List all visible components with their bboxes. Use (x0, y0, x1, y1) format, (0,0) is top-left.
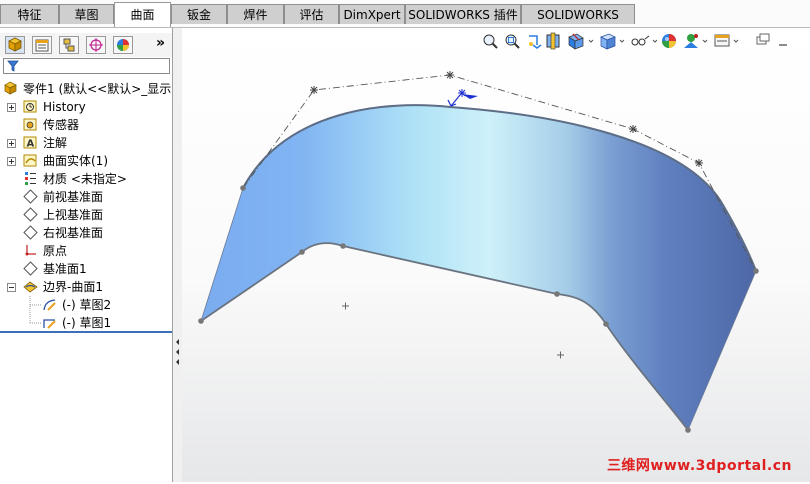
tree-item-label: 材质 <未指定> (43, 172, 127, 186)
reference-point-markers (342, 302, 564, 359)
origin-icon (25, 245, 36, 256)
tab-solidworks-mbd[interactable]: SOLIDWORKS MBD (521, 4, 635, 42)
tangency-handle-icon[interactable] (447, 89, 478, 107)
feature-tree-icon[interactable] (5, 36, 25, 54)
model-view[interactable] (182, 28, 810, 482)
tree-item-label: History (43, 100, 86, 114)
tree-filter-field[interactable] (3, 58, 170, 74)
tab-dimxpert[interactable]: DimXpert (339, 4, 405, 24)
part-icon (4, 81, 17, 95)
command-manager-tabs: 特征 草图 曲面 钣金 焊件 评估 DimXpert SOLIDWORKS 插件… (0, 0, 810, 42)
boundary-surface[interactable] (200, 104, 757, 431)
tree-item-label: (-) 草图2 (62, 298, 112, 312)
collapse-icon[interactable] (7, 283, 16, 292)
sketch-icon (43, 299, 56, 311)
tab-features[interactable]: 特征 (0, 4, 59, 24)
expand-icon[interactable] (7, 139, 16, 148)
tree-item-label: 前视基准面 (43, 190, 104, 204)
plane-icon (23, 225, 38, 240)
dimxpert-manager-icon[interactable] (86, 36, 106, 54)
annotation-icon: A (23, 136, 37, 150)
tree-item-label: 注解 (43, 136, 68, 150)
control-point-icon (695, 159, 703, 167)
panel-splitter[interactable] (172, 28, 182, 482)
tree-item-label: 上视基准面 (43, 208, 104, 222)
plus-icon (557, 351, 564, 359)
tab-sketch[interactable]: 草图 (59, 4, 114, 24)
property-manager-icon[interactable] (32, 36, 52, 54)
control-point-icon (446, 71, 454, 79)
plane-icon (23, 261, 38, 276)
filter-icon (7, 60, 19, 72)
toolbar-more-button[interactable]: » (156, 35, 165, 51)
tree-connector-icon (29, 314, 41, 324)
surface-body-icon (23, 154, 37, 167)
collapse-arrows-icon[interactable] (174, 336, 181, 368)
tree-item-label: 零件1 (默认<<默认>_显示 (23, 82, 172, 96)
tree-item-label: 曲面实体(1) (43, 154, 108, 168)
tree-item-label: 基准面1 (43, 262, 87, 276)
tree-item-label: 右视基准面 (43, 226, 104, 240)
sensor-icon (23, 118, 37, 131)
plus-icon (342, 302, 349, 310)
material-icon (25, 172, 36, 185)
tab-solidworks-addins[interactable]: SOLIDWORKS 插件 (405, 4, 521, 24)
watermark-text: 三维网www.3dportal.cn (606, 458, 792, 474)
graphics-area[interactable]: 三维网www.3dportal.cn (182, 28, 810, 482)
sketch-icon (43, 319, 56, 329)
expand-icon[interactable] (7, 157, 16, 166)
tree-connector-icon (29, 296, 41, 314)
control-point-icon (310, 86, 318, 94)
plane-icon (23, 207, 38, 222)
tab-evaluate[interactable]: 评估 (284, 4, 339, 24)
tree-item-label: (-) 草图1 (62, 316, 112, 330)
tab-sheet-metal[interactable]: 钣金 (171, 4, 227, 24)
feature-manager-toolbar: » (0, 33, 172, 57)
tab-weldments[interactable]: 焊件 (227, 4, 284, 24)
svg-text:A: A (27, 139, 35, 150)
tree-item-label: 传感器 (43, 118, 80, 132)
tree-item-label: 原点 (43, 244, 68, 258)
feature-manager-lower-pane (0, 331, 172, 484)
tree-item-label: 边界-曲面1 (43, 280, 103, 294)
display-manager-icon[interactable] (113, 36, 133, 54)
history-icon (23, 100, 37, 113)
tab-surfaces[interactable]: 曲面 (114, 2, 171, 27)
boundary-surface-icon (23, 281, 38, 293)
configuration-manager-icon[interactable] (59, 36, 79, 54)
control-point-icon (629, 125, 637, 133)
expand-icon[interactable] (7, 103, 16, 112)
plane-icon (23, 189, 38, 204)
